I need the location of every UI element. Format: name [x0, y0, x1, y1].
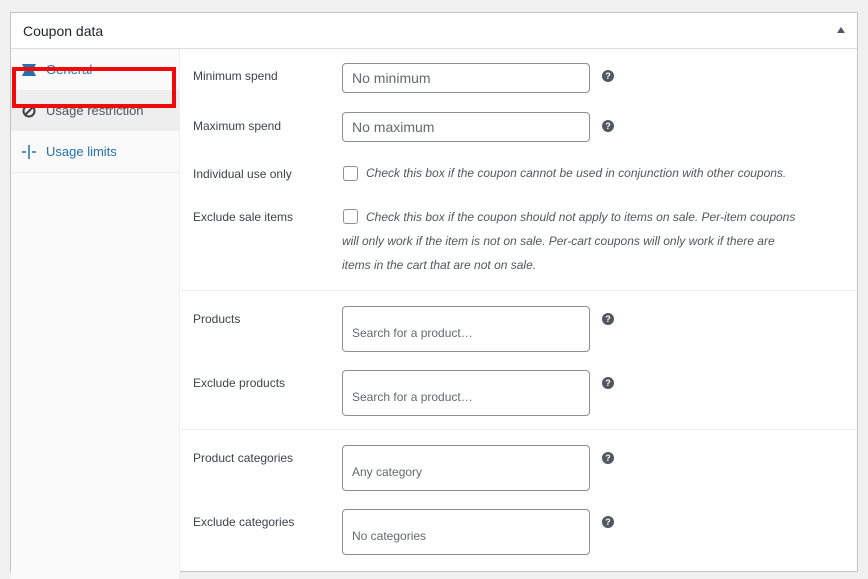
minimum-spend-help-icon[interactable]: ? [602, 70, 614, 82]
exclude-products-help-icon[interactable]: ? [602, 377, 614, 389]
tab-general-label: General [46, 62, 93, 77]
categories-section: Product categories Any category ? Exclud… [181, 430, 857, 570]
usage-restriction-content: Minimum spend ? Maximum spend ? Individu… [181, 49, 857, 571]
ban-icon [22, 104, 36, 118]
exclude-sale-label: Exclude sale items [193, 210, 294, 224]
maximum-spend-label: Maximum spend [193, 119, 282, 133]
product-categories-label: Product categories [193, 451, 294, 465]
exclude-sale-description: Check this box if the coupon should not … [342, 205, 795, 277]
minimum-spend-label: Minimum spend [193, 69, 278, 83]
limits-icon [22, 145, 36, 159]
collapse-arrow-icon[interactable] [837, 27, 845, 33]
individual-use-description: Check this box if the coupon cannot be u… [366, 166, 787, 180]
ticket-icon [22, 64, 36, 76]
panel-header: Coupon data [11, 13, 857, 49]
tab-usage-limits[interactable]: Usage limits [11, 131, 179, 172]
product-categories-help-icon[interactable]: ? [602, 452, 614, 464]
minimum-spend-input[interactable] [342, 63, 590, 93]
exclude-sale-description-line: will only work if the item is not on sal… [342, 234, 775, 248]
exclude-products-placeholder: Search for a product… [352, 390, 473, 404]
coupon-tabs-sidebar: General Usage restriction Usage limits [11, 49, 180, 579]
maximum-spend-input[interactable] [342, 112, 590, 142]
products-label: Products [193, 312, 241, 326]
exclude-sale-description-line: Check this box if the coupon should not … [366, 210, 796, 224]
products-help-icon[interactable]: ? [602, 313, 614, 325]
exclude-categories-select[interactable]: No categories [342, 509, 590, 555]
individual-use-label: Individual use only [193, 167, 292, 181]
products-section: Products Search for a product… ? Exclude… [181, 291, 857, 430]
tab-usage-restriction[interactable]: Usage restriction [11, 90, 179, 131]
panel-title: Coupon data [23, 23, 104, 39]
tab-usage-limits-label: Usage limits [46, 144, 117, 159]
products-select[interactable]: Search for a product… [342, 306, 590, 352]
exclude-categories-label: Exclude categories [193, 515, 295, 529]
individual-use-checkbox[interactable] [343, 166, 358, 181]
tab-general[interactable]: General [11, 49, 179, 90]
exclude-products-label: Exclude products [193, 376, 286, 390]
spend-section: Minimum spend ? Maximum spend ? Individu… [181, 49, 857, 291]
maximum-spend-help-icon[interactable]: ? [602, 120, 614, 132]
products-placeholder: Search for a product… [352, 326, 473, 340]
coupon-data-panel: Coupon data General Usage restriction Us… [10, 12, 858, 579]
exclude-categories-placeholder: No categories [352, 529, 427, 543]
product-categories-placeholder: Any category [352, 465, 423, 479]
product-categories-select[interactable]: Any category [342, 445, 590, 491]
tab-usage-restriction-label: Usage restriction [46, 103, 144, 118]
exclude-sale-description-line: items in the cart that are not on sale. [342, 258, 537, 272]
exclude-categories-help-icon[interactable]: ? [602, 516, 614, 528]
exclude-products-select[interactable]: Search for a product… [342, 370, 590, 416]
